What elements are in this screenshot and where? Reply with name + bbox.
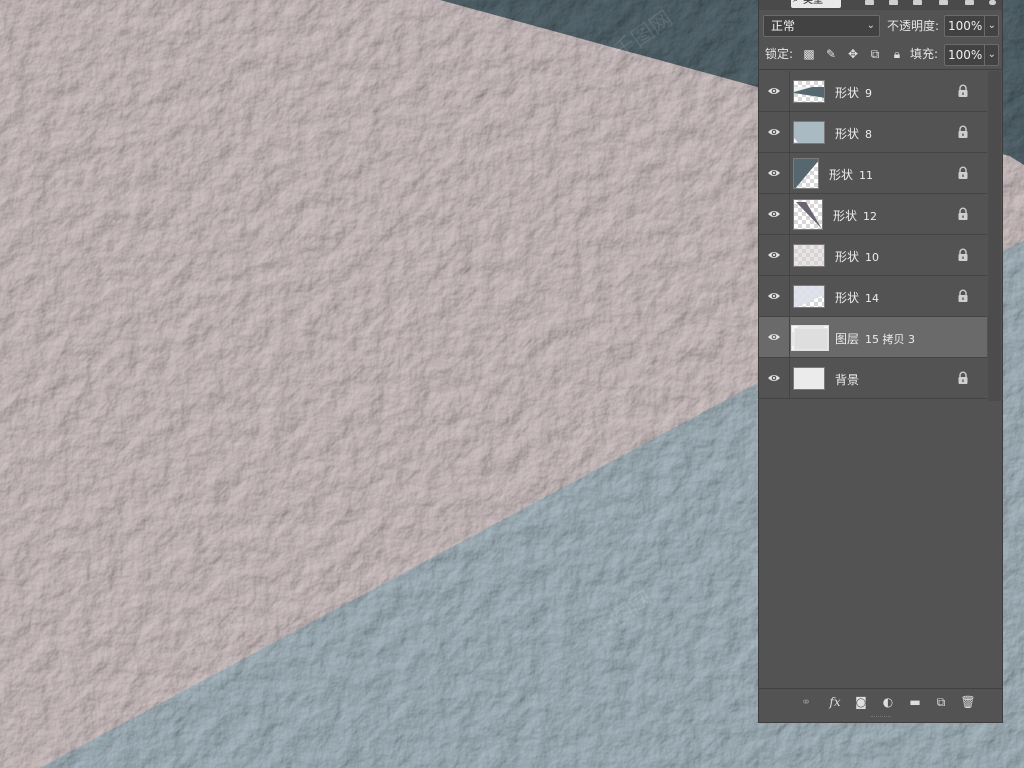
chevron-down-icon: ⌄: [866, 20, 875, 31]
opacity-label: 不透明度:: [887, 19, 940, 33]
panel-filter-strip: ⌕ 类型: [759, 0, 1002, 10]
padlock-icon: [957, 248, 969, 262]
layer-name[interactable]: 形状 11: [829, 166, 873, 183]
lock-transparent-pixels-icon[interactable]: ▩: [802, 47, 816, 61]
eye-icon[interactable]: [767, 248, 781, 262]
padlock-icon: [957, 207, 969, 221]
divider: [789, 235, 790, 276]
divider: [789, 317, 790, 358]
search-icon: ⌕: [793, 0, 799, 5]
eye-icon[interactable]: [767, 371, 781, 385]
layer-thumbnail[interactable]: [793, 121, 825, 144]
chevron-down-icon: ⌄: [983, 16, 996, 36]
eye-icon[interactable]: [767, 330, 781, 344]
layers-scrollbar[interactable]: [988, 71, 1001, 401]
filter-type-select[interactable]: ⌕ 类型: [791, 0, 841, 8]
layer-name[interactable]: 形状 12: [833, 207, 877, 224]
layer-thumbnail[interactable]: [793, 367, 825, 390]
layer-row[interactable]: 背景: [759, 358, 987, 399]
layer-thumbnail[interactable]: [793, 158, 819, 189]
eye-icon[interactable]: [767, 289, 781, 303]
folder-icon[interactable]: ▬: [906, 695, 924, 709]
divider: [789, 71, 790, 112]
fill-value: 100%: [948, 48, 983, 62]
padlock-icon: [957, 125, 969, 139]
panel-resize-grip[interactable]: [871, 716, 891, 719]
layer-row[interactable]: 形状 10: [759, 235, 987, 276]
divider: [789, 194, 790, 235]
filter-type-icon[interactable]: [913, 0, 922, 5]
lock-artboard-icon[interactable]: ⧉: [868, 47, 882, 61]
filter-toggle-icon[interactable]: [989, 0, 996, 5]
fill-field[interactable]: 100% ⌄: [944, 44, 999, 66]
layers-list: 形状 9 形状 8 形状 11 形状 12 形状 10 形状 14 图层 15 …: [759, 71, 987, 401]
layer-thumbnail[interactable]: [793, 80, 825, 103]
layer-thumbnail[interactable]: [791, 325, 829, 351]
layer-row-selected[interactable]: 图层 15 拷贝 3: [759, 317, 987, 358]
eye-icon[interactable]: [767, 84, 781, 98]
padlock-icon: [957, 166, 969, 180]
lock-position-icon[interactable]: ✥: [846, 47, 860, 61]
blend-mode-value: 正常: [771, 19, 796, 33]
padlock-icon: [957, 84, 969, 98]
divider: [789, 358, 790, 399]
filter-smart-object-icon[interactable]: [965, 0, 974, 5]
divider: [789, 153, 790, 194]
divider: [789, 276, 790, 317]
mask-icon[interactable]: ◙: [852, 695, 870, 709]
layer-thumbnail[interactable]: [793, 199, 823, 230]
layer-name[interactable]: 图层 15 拷贝 3: [835, 330, 915, 347]
layer-name[interactable]: 形状 14: [835, 289, 879, 306]
filter-adjustment-icon[interactable]: [889, 0, 898, 5]
eye-icon[interactable]: [767, 207, 781, 221]
layer-thumbnail[interactable]: [793, 244, 825, 267]
chevron-down-icon: ⌄: [983, 45, 996, 65]
layer-row[interactable]: 形状 14: [759, 276, 987, 317]
layer-name[interactable]: 形状 8: [835, 125, 872, 142]
filter-shape-icon[interactable]: [939, 0, 948, 5]
divider: [789, 112, 790, 153]
layer-name[interactable]: 形状 9: [835, 84, 872, 101]
lock-label: 锁定:: [765, 47, 794, 61]
layers-toolbar: ⚭ fx ◙ ◐ ▬ ⧉ 🗑︎: [759, 688, 1002, 716]
layer-row[interactable]: 形状 11: [759, 153, 987, 194]
layer-row[interactable]: 形状 8: [759, 112, 987, 153]
link-icon[interactable]: ⚭: [797, 695, 815, 709]
opacity-value: 100%: [948, 19, 983, 33]
lock-all-icon[interactable]: 🔒︎: [890, 47, 904, 61]
eye-icon[interactable]: [767, 166, 781, 180]
opacity-field[interactable]: 100% ⌄: [944, 15, 999, 37]
new-layer-icon[interactable]: ⧉: [932, 695, 950, 709]
layer-name[interactable]: 背景: [835, 371, 859, 388]
fx-icon[interactable]: fx: [826, 695, 844, 709]
adjustment-icon[interactable]: ◐: [879, 695, 897, 709]
blend-mode-select[interactable]: 正常 ⌄: [763, 15, 880, 37]
padlock-icon: [957, 289, 969, 303]
layer-thumbnail[interactable]: [793, 285, 825, 308]
trash-icon[interactable]: 🗑︎: [959, 695, 977, 709]
padlock-icon: [957, 371, 969, 385]
layer-row[interactable]: 形状 9: [759, 71, 987, 112]
lock-image-pixels-icon[interactable]: ✎: [824, 47, 838, 61]
layer-name[interactable]: 形状 10: [835, 248, 879, 265]
filter-type-label: 类型: [803, 0, 823, 6]
layers-panel: ⌕ 类型 正常 ⌄ 不透明度: 100% ⌄ 锁定: ▩ ✎ ✥ ⧉ 🔒︎ 填充…: [758, 0, 1003, 723]
filter-pixel-icon[interactable]: [865, 0, 874, 5]
fill-label: 填充:: [910, 47, 939, 61]
eye-icon[interactable]: [767, 125, 781, 139]
layer-row[interactable]: 形状 12: [759, 194, 987, 235]
divider: [759, 69, 1002, 70]
